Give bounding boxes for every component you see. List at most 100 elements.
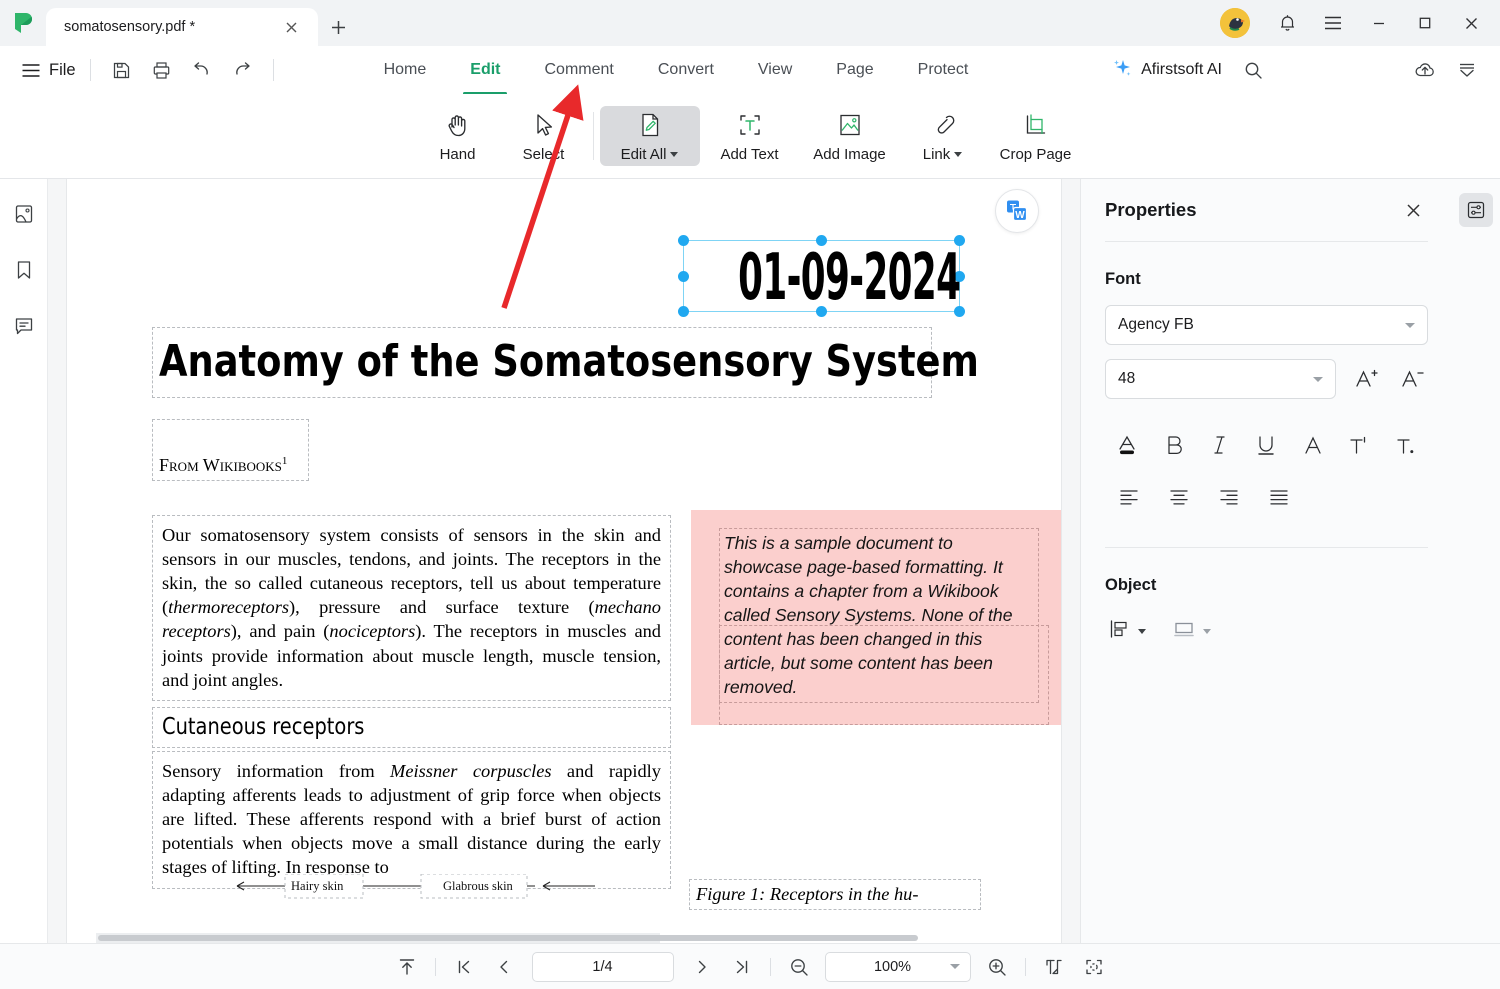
redo-icon[interactable] [225, 53, 259, 87]
zoom-out-icon[interactable] [779, 950, 819, 984]
document-byline-field[interactable]: From Wikibooks1 [152, 419, 309, 481]
arrange-objects-button[interactable] [1168, 613, 1215, 650]
cloud-upload-icon[interactable] [1406, 51, 1444, 89]
add-text-icon [736, 110, 764, 140]
link-button[interactable]: Link [900, 106, 986, 166]
fit-page-icon[interactable] [1034, 950, 1074, 984]
resize-handle-w[interactable] [678, 270, 689, 282]
properties-header: Properties [1105, 179, 1428, 241]
chevron-down-icon[interactable] [1313, 376, 1324, 382]
print-icon[interactable] [145, 53, 179, 87]
figure-caption-field[interactable]: Figure 1: Receptors in the hu- [689, 879, 981, 910]
tab-page[interactable]: Page [814, 57, 895, 83]
search-icon[interactable] [1234, 51, 1272, 89]
properties-panel-toggle-icon[interactable] [1459, 193, 1493, 227]
hand-tool-button[interactable]: Hand [415, 106, 501, 166]
scroll-to-top-icon[interactable] [387, 950, 427, 984]
document-tab[interactable]: somatosensory.pdf * [46, 8, 318, 46]
sample-note-field[interactable]: This is a sample document to showcase pa… [719, 528, 1039, 704]
horizontal-scrollbar[interactable] [96, 933, 918, 943]
crop-page-button[interactable]: Crop Page [986, 106, 1086, 166]
tab-comment[interactable]: Comment [523, 57, 636, 83]
crop-page-icon [1022, 110, 1050, 140]
increase-font-size-icon[interactable] [1350, 363, 1382, 395]
tab-protect[interactable]: Protect [896, 57, 991, 83]
document-viewport[interactable]: W 01-09-2024 Anatomy of the Somatosensor… [48, 179, 1080, 943]
figure-label-glabrous-skin: Glabrous skin [443, 879, 514, 893]
collapse-ribbon-icon[interactable] [1448, 51, 1486, 89]
align-justify-icon[interactable] [1255, 477, 1303, 517]
translate-to-word-icon[interactable]: W [995, 189, 1039, 233]
main-menu-icon[interactable] [1310, 0, 1356, 46]
notifications-bell-icon[interactable] [1264, 0, 1310, 46]
figure-label-hairy-skin: Hairy skin [291, 879, 344, 893]
undo-icon[interactable] [185, 53, 219, 87]
strikethrough-icon[interactable] [1291, 425, 1335, 465]
horizontal-scrollbar-thumb[interactable] [98, 935, 918, 941]
bookmarks-icon[interactable] [7, 253, 41, 287]
previous-page-icon[interactable] [484, 950, 524, 984]
align-center-icon[interactable] [1155, 477, 1203, 517]
chevron-down-icon[interactable] [1405, 322, 1415, 328]
document-date-text[interactable]: 01-09-2024 [738, 241, 961, 315]
font-color-icon[interactable] [1105, 425, 1149, 465]
next-page-icon[interactable] [682, 950, 722, 984]
first-page-icon[interactable] [444, 950, 484, 984]
text-align-buttons [1105, 477, 1428, 517]
zoom-level-select[interactable]: 100% [824, 951, 971, 982]
add-text-button[interactable]: Add Text [700, 106, 800, 166]
save-icon[interactable] [105, 53, 139, 87]
link-text: Link [922, 146, 951, 163]
close-tab-icon[interactable] [278, 14, 304, 40]
chevron-down-icon[interactable] [1138, 629, 1146, 634]
page-number-input[interactable]: 1/4 [531, 951, 674, 982]
align-objects-button[interactable] [1105, 613, 1150, 650]
afirstsoft-ai-button[interactable]: Afirstsoft AI [1103, 53, 1230, 88]
decrease-font-size-icon[interactable] [1396, 363, 1428, 395]
select-tool-button[interactable]: Select [501, 106, 587, 166]
bold-icon[interactable] [1151, 425, 1195, 465]
chevron-down-icon[interactable] [1203, 629, 1211, 634]
sample-note-block[interactable]: This is a sample document to showcase pa… [691, 510, 1061, 726]
subscript-icon[interactable] [1384, 425, 1428, 465]
resize-handle-nw[interactable] [678, 235, 689, 246]
maximize-window-button[interactable] [1402, 0, 1448, 46]
edit-all-button[interactable]: Edit All [599, 106, 700, 166]
align-right-icon[interactable] [1205, 477, 1253, 517]
font-size-select[interactable]: 48 [1105, 359, 1337, 399]
user-avatar[interactable] [1220, 8, 1250, 38]
thumbnails-icon[interactable] [7, 197, 41, 231]
tab-home[interactable]: Home [362, 57, 449, 83]
paragraph-block-2[interactable]: Sensory information from Meissner corpus… [152, 751, 671, 889]
section-heading-field[interactable]: Cutaneous receptors [152, 707, 671, 748]
app-logo-icon [0, 0, 46, 46]
fullscreen-icon[interactable] [1074, 950, 1114, 984]
document-title-field[interactable]: Anatomy of the Somatosensory System [152, 327, 979, 398]
chevron-down-icon[interactable] [949, 964, 960, 969]
chevron-down-icon[interactable] [670, 152, 679, 157]
pdf-page[interactable]: W 01-09-2024 Anatomy of the Somatosensor… [67, 179, 1061, 943]
align-left-icon[interactable] [1105, 477, 1153, 517]
last-page-icon[interactable] [722, 950, 762, 984]
ribbon-divider [592, 112, 594, 160]
font-family-select[interactable]: Agency FB [1105, 305, 1428, 345]
close-window-button[interactable] [1448, 0, 1494, 46]
bottombar-divider-3 [1024, 957, 1026, 976]
underline-icon[interactable] [1244, 425, 1288, 465]
right-sidebar [1452, 179, 1500, 943]
close-properties-icon[interactable] [1398, 195, 1428, 225]
add-image-button[interactable]: Add Image [800, 106, 900, 166]
comments-icon[interactable] [7, 309, 41, 343]
new-tab-icon[interactable] [318, 8, 358, 46]
superscript-icon[interactable] [1337, 425, 1381, 465]
file-menu-button[interactable]: File [22, 61, 76, 80]
tab-edit[interactable]: Edit [448, 57, 522, 83]
chevron-down-icon[interactable] [954, 152, 963, 157]
resize-handle-sw[interactable] [678, 306, 689, 317]
tab-convert[interactable]: Convert [636, 57, 736, 83]
paragraph-block-1[interactable]: Our somatosensory system consists of sen… [152, 515, 671, 701]
italic-icon[interactable] [1198, 425, 1242, 465]
tab-view[interactable]: View [736, 57, 814, 83]
minimize-window-button[interactable] [1356, 0, 1402, 46]
zoom-in-icon[interactable] [977, 950, 1017, 984]
